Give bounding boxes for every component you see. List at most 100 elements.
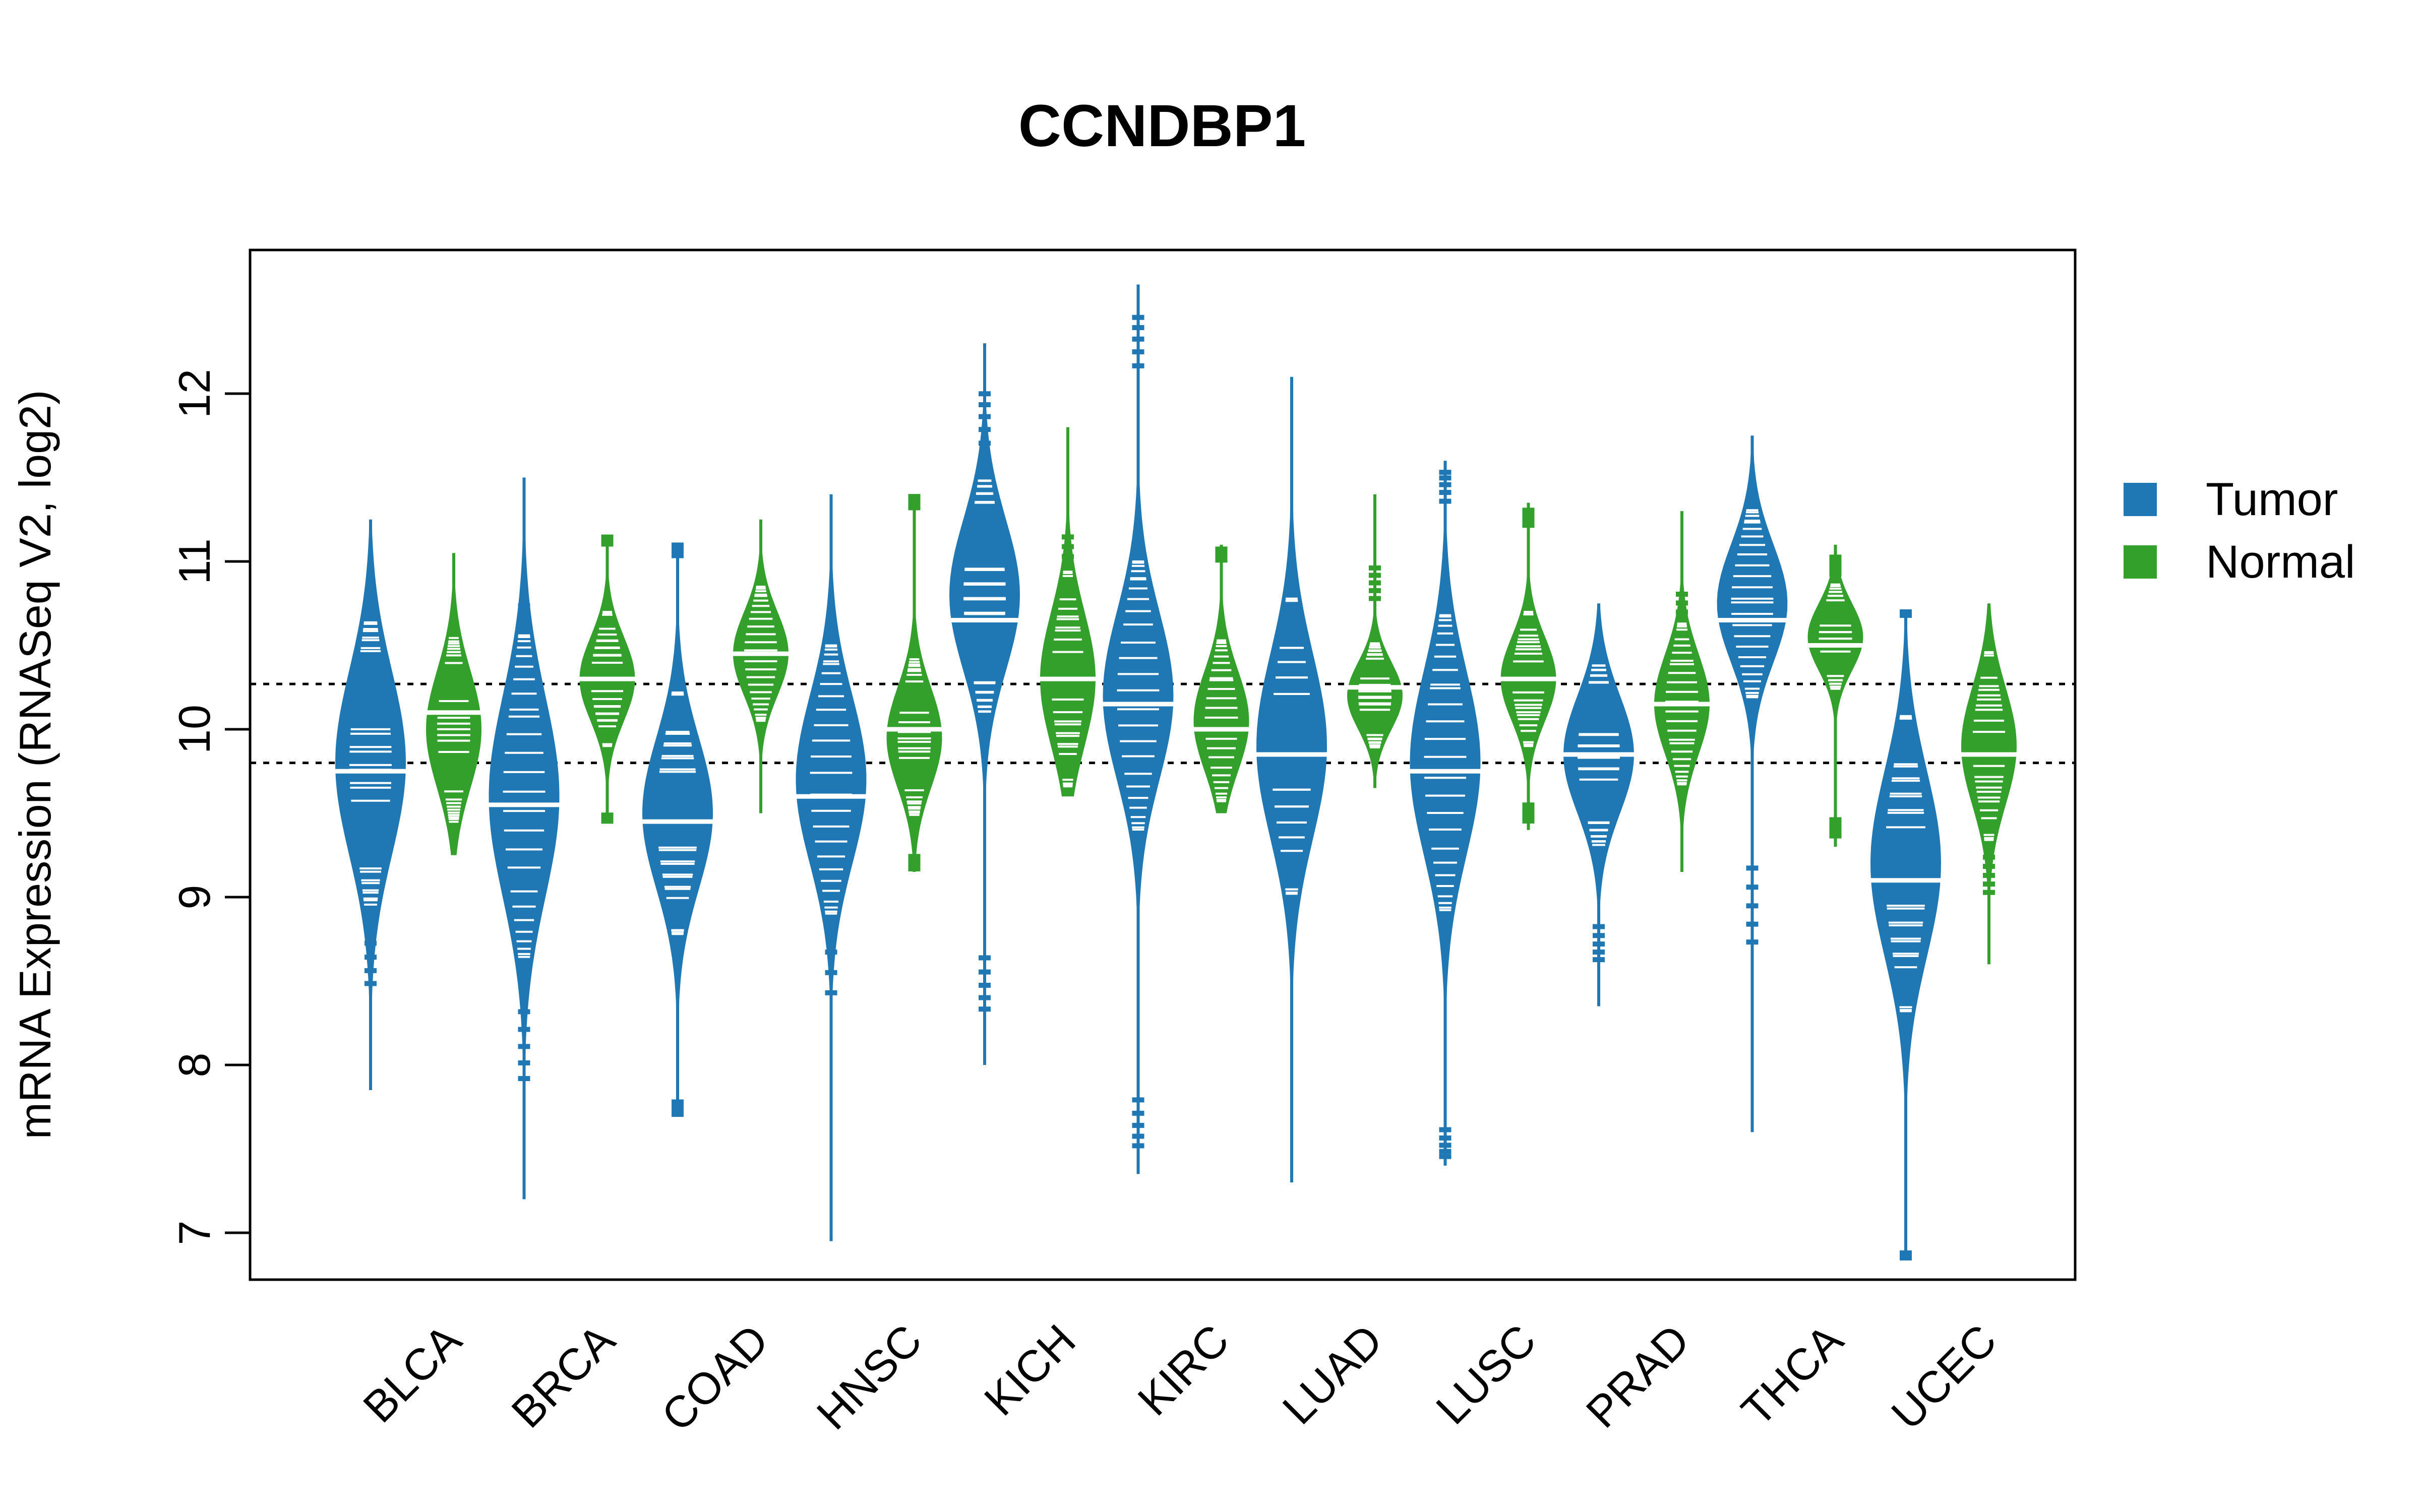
x-tick-label: PRAD (1577, 1315, 1699, 1437)
violin-body (1256, 376, 1327, 1183)
violin-body (1103, 284, 1174, 1174)
outlier-point (518, 603, 530, 609)
outlier-point (1983, 864, 1995, 869)
outlier-point (1439, 1135, 1451, 1141)
outlier-point (1746, 885, 1759, 890)
outlier-point (1439, 490, 1451, 495)
outlier-point (979, 414, 991, 419)
violin-tumor-thca (1715, 435, 1789, 1132)
outlier-point (979, 402, 991, 408)
outlier-point (1439, 1154, 1451, 1159)
outlier-point (979, 1006, 991, 1012)
violin-body (1500, 502, 1556, 830)
violin-body (1807, 544, 1863, 847)
outlier-point (672, 1099, 684, 1105)
y-axis-label: mRNA Expression (RNASeq V2, log2) (10, 390, 60, 1140)
y-tick-label: 9 (169, 885, 219, 910)
violin-tumor-blca (333, 519, 408, 1090)
outlier-point (979, 427, 991, 432)
outlier-point (1829, 562, 1842, 568)
outlier-point (518, 1076, 530, 1081)
legend-label-tumor: Tumor (2206, 474, 2338, 525)
violin-body (642, 544, 713, 1115)
outlier-point (1983, 854, 1995, 860)
violin-tumor-prad (1561, 603, 1636, 1006)
outlier-point (1676, 591, 1688, 597)
outlier-point (1593, 924, 1605, 929)
violin-body (1961, 603, 2017, 965)
outlier-point (1132, 1097, 1144, 1103)
y-tick-label: 12 (169, 369, 219, 418)
outlier-point (1593, 950, 1605, 955)
y-tick-label: 8 (169, 1053, 219, 1078)
violin-normal-ucec (1960, 603, 2018, 965)
outlier-point (1062, 544, 1074, 549)
outlier-point (1900, 612, 1912, 618)
violin-body (1347, 494, 1403, 788)
violin-body (1040, 427, 1096, 797)
plot-area (250, 284, 2075, 1261)
outlier-point (1983, 881, 1995, 887)
x-tick-label: BLCA (353, 1314, 471, 1432)
outlier-point (1522, 518, 1535, 524)
outlier-point (1439, 482, 1451, 487)
outlier-point (1369, 588, 1381, 593)
outlier-point (1829, 566, 1842, 572)
violin-normal-blca (425, 553, 483, 855)
outlier-point (518, 1009, 530, 1015)
outlier-point (1746, 865, 1759, 871)
outlier-point (1132, 349, 1144, 355)
legend-label-normal: Normal (2206, 536, 2355, 588)
outlier-point (979, 969, 991, 975)
outlier-point (1746, 903, 1759, 909)
x-tick-label: COAD (652, 1315, 778, 1441)
outlier-point (908, 505, 921, 511)
x-tick-label: BRCA (502, 1314, 624, 1437)
outlier-point (365, 940, 377, 946)
outlier-point (1369, 573, 1381, 578)
outlier-point (1676, 609, 1688, 615)
outlier-point (1829, 822, 1842, 827)
outlier-point (365, 981, 377, 986)
outlier-point (1062, 534, 1074, 540)
x-tick-label: THCA (1732, 1314, 1853, 1435)
outlier-point (1369, 580, 1381, 586)
y-axis: 7 8 9 10 11 12 (169, 369, 250, 1245)
outlier-point (1522, 802, 1535, 808)
outlier-point (1132, 314, 1144, 320)
outlier-point (1829, 817, 1842, 823)
violin-body (733, 519, 789, 813)
outlier-point (518, 1060, 530, 1065)
violin-body (1870, 611, 1941, 1258)
outlier-point (908, 854, 921, 859)
outlier-point (1746, 921, 1759, 927)
outlier-point (1132, 336, 1144, 342)
outlier-point (1132, 1110, 1144, 1116)
outlier-point (1439, 475, 1451, 481)
outlier-point (1829, 572, 1842, 577)
y-tick-label: 10 (169, 705, 219, 754)
violin-normal-coad (732, 519, 790, 813)
outlier-point (1900, 1250, 1912, 1255)
outlier-point (1746, 939, 1759, 945)
outlier-point (1593, 933, 1605, 938)
x-tick-label: LUAD (1273, 1315, 1392, 1434)
outlier-point (1439, 470, 1451, 475)
outlier-point (365, 968, 377, 973)
outlier-point (1439, 1149, 1451, 1154)
legend: Tumor Normal (2124, 474, 2355, 588)
outlier-point (1522, 523, 1535, 528)
y-tick-label: 7 (169, 1221, 219, 1245)
outlier-point (365, 955, 377, 960)
violin-normal-luad (1346, 494, 1404, 788)
x-tick-label: LUSC (1426, 1315, 1545, 1434)
outlier-point (825, 970, 837, 975)
outlier-point (979, 982, 991, 988)
violin-normal-thca (1806, 544, 1865, 847)
violin-normal-prad (1653, 511, 1711, 872)
x-tick-label: KICH (975, 1315, 1085, 1425)
outlier-point (1132, 325, 1144, 331)
violin-tumor-coad (640, 542, 715, 1117)
x-axis: BLCA BRCA COAD HNSC KICH KIRC LUAD LUSC PRAD THCA… (353, 1314, 2006, 1440)
violin-normal-brca (578, 534, 637, 824)
